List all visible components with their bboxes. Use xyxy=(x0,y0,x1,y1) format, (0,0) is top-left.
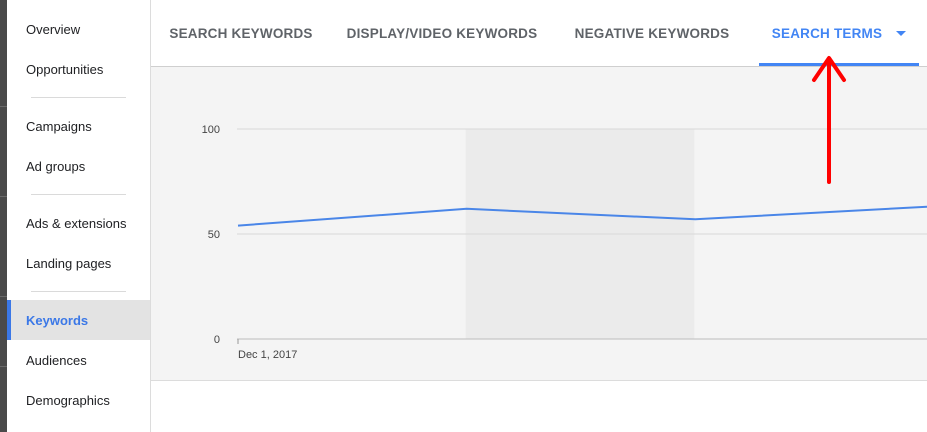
sidebar-item-overview[interactable]: Overview xyxy=(7,9,150,49)
window-edge-notch xyxy=(0,296,7,297)
window-edge-notch xyxy=(0,196,7,197)
tab-search-keywords[interactable]: SEARCH KEYWORDS xyxy=(159,0,323,66)
sidebar-item-label: Landing pages xyxy=(26,255,112,271)
sidebar-item-ad-groups[interactable]: Ad groups xyxy=(7,146,150,186)
tab-negative-keywords[interactable]: NEGATIVE KEYWORDS xyxy=(569,0,735,66)
sidebar-nav: Overview Opportunities Campaigns Ad grou… xyxy=(7,0,151,432)
x-axis-start-label: Dec 1, 2017 xyxy=(238,349,297,361)
nav-divider xyxy=(31,194,126,195)
window-edge xyxy=(0,0,7,432)
sidebar-item-opportunities[interactable]: Opportunities xyxy=(7,49,150,89)
tab-label: SEARCH KEYWORDS xyxy=(169,25,313,41)
sidebar-item-landing-pages[interactable]: Landing pages xyxy=(7,243,150,283)
sidebar-item-ads-extensions[interactable]: Ads & extensions xyxy=(7,203,150,243)
dropdown-caret-icon[interactable] xyxy=(896,30,907,36)
tab-display-video-keywords[interactable]: DISPLAY/VIDEO KEYWORDS xyxy=(339,0,545,66)
sidebar-item-label: Demographics xyxy=(26,392,110,408)
sidebar-item-keywords[interactable]: Keywords xyxy=(7,300,150,340)
sidebar-item-campaigns[interactable]: Campaigns xyxy=(7,106,150,146)
window-edge-notch xyxy=(0,366,7,367)
line-chart: 0 50 100 Dec 1, 2017 xyxy=(202,124,927,361)
sidebar-item-label: Ad groups xyxy=(26,158,86,174)
sidebar-item-audiences[interactable]: Audiences xyxy=(7,340,150,380)
tab-label: DISPLAY/VIDEO KEYWORDS xyxy=(346,25,538,41)
sidebar-item-label: Audiences xyxy=(26,352,87,368)
keywords-tab-bar: SEARCH KEYWORDS DISPLAY/VIDEO KEYWORDS N… xyxy=(151,0,927,67)
nav-divider xyxy=(31,97,126,98)
performance-chart: 0 50 100 Dec 1, 2017 xyxy=(151,67,927,381)
y-tick-label: 50 xyxy=(208,229,220,241)
sidebar-item-label: Overview xyxy=(26,21,81,37)
sidebar-item-label: Keywords xyxy=(26,312,89,328)
y-tick-label: 0 xyxy=(214,334,220,346)
y-tick-label: 100 xyxy=(202,124,220,136)
sidebar-item-label: Opportunities xyxy=(26,61,104,77)
tab-label: NEGATIVE KEYWORDS xyxy=(574,25,730,41)
tab-label: SEARCH TERMS xyxy=(771,25,883,41)
sidebar-item-label: Ads & extensions xyxy=(26,215,127,231)
tab-search-terms[interactable]: SEARCH TERMS xyxy=(759,0,919,66)
window-edge-notch xyxy=(0,106,7,107)
sidebar-item-label: Campaigns xyxy=(26,118,92,134)
sidebar-item-demographics[interactable]: Demographics xyxy=(7,380,150,420)
nav-divider xyxy=(31,291,126,292)
